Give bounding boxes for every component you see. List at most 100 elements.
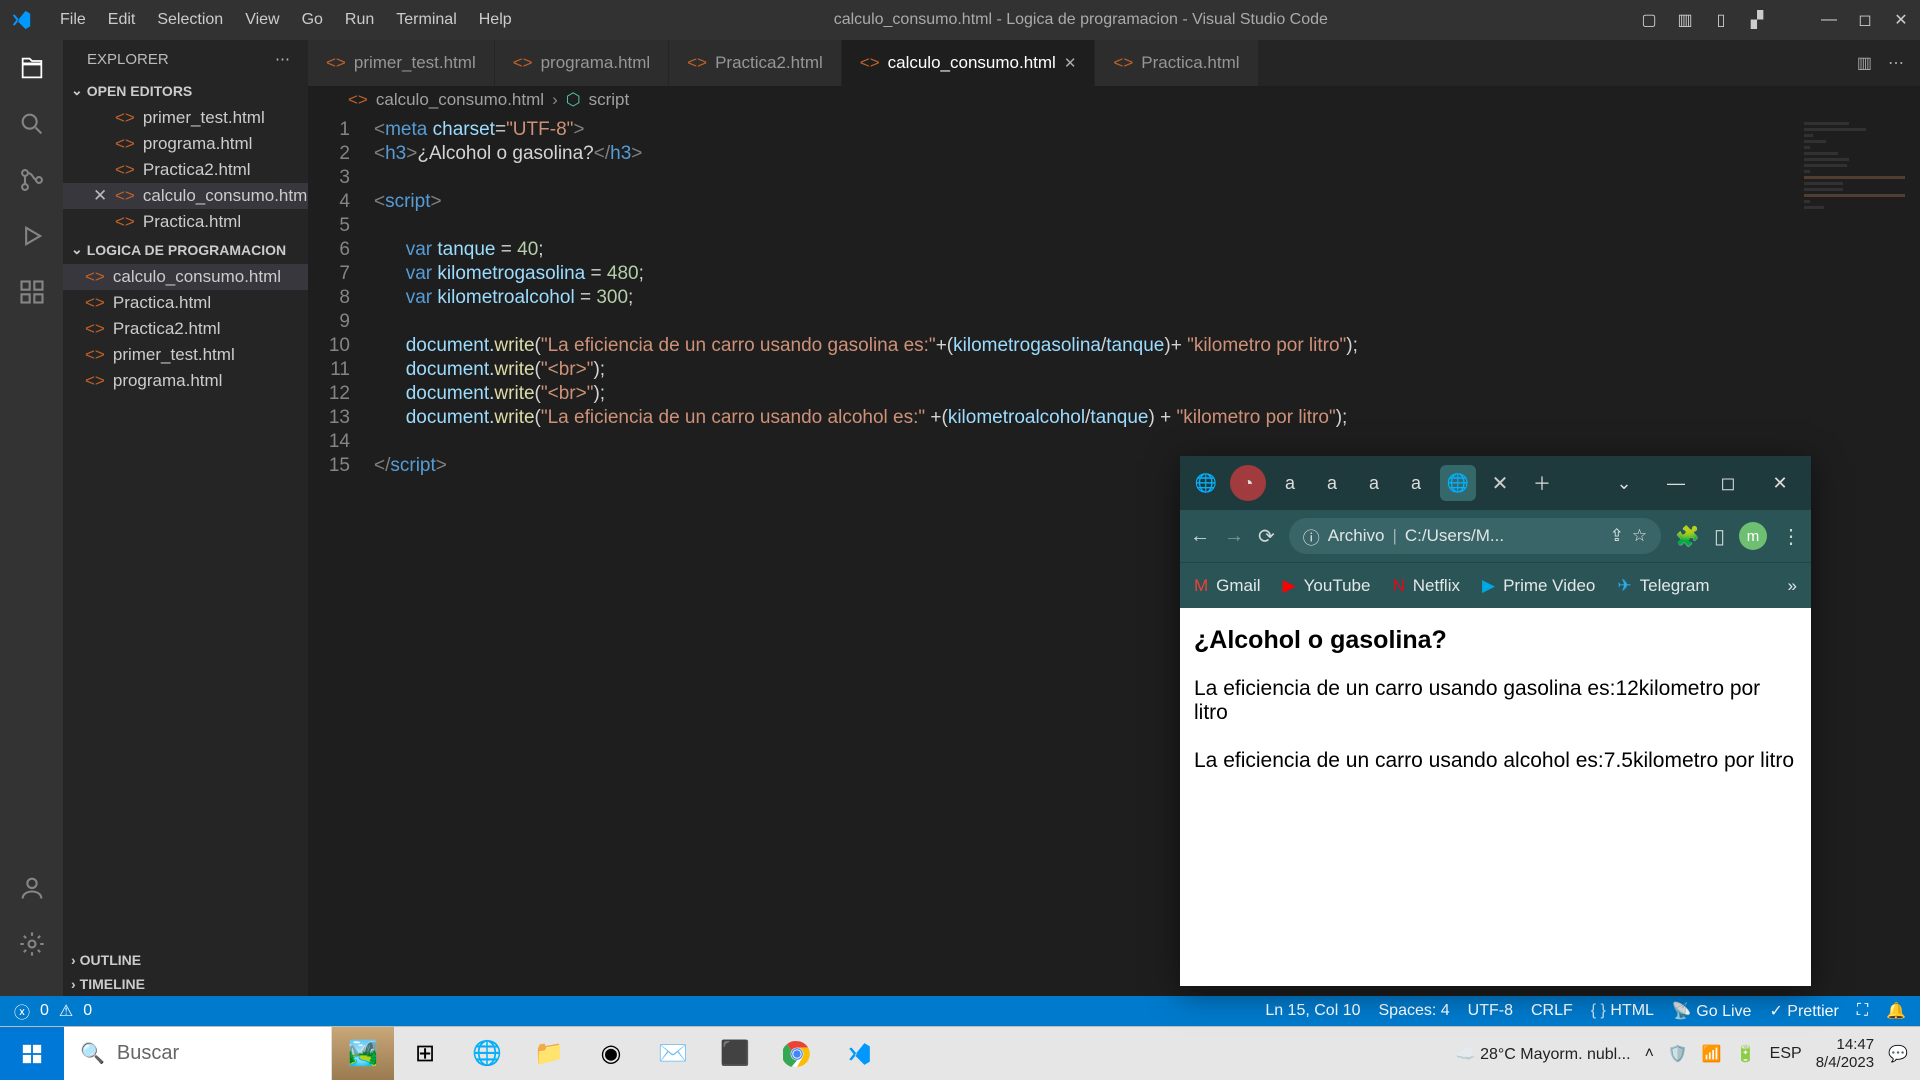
taskbar-app-icon[interactable]: ◉ <box>580 1027 642 1080</box>
bookmark-netflix[interactable]: NNetflix <box>1392 576 1460 596</box>
browser-close-icon[interactable]: ✕ <box>1757 473 1803 494</box>
open-editor-item[interactable]: ✕<>calculo_consumo.html <box>63 183 308 209</box>
source-control-icon[interactable] <box>18 166 46 194</box>
maximize-icon[interactable]: ◻ <box>1856 10 1874 30</box>
extensions-icon[interactable] <box>18 278 46 306</box>
explorer-more-icon[interactable]: ⋯ <box>275 50 290 68</box>
minimap[interactable] <box>1800 116 1920 356</box>
browser-tab[interactable]: a <box>1272 465 1308 501</box>
breadcrumb[interactable]: <> calculo_consumo.html › ⬡ script <box>308 86 1920 116</box>
menu-file[interactable]: File <box>50 7 96 33</box>
open-editor-item[interactable]: <>Practica.html <box>63 209 308 235</box>
browser-maximize-icon[interactable]: ◻ <box>1705 473 1751 494</box>
editor-more-icon[interactable]: ⋯ <box>1888 53 1904 73</box>
extensions-puzzle-icon[interactable]: 🧩 <box>1675 524 1700 549</box>
bookmark-gmail[interactable]: MGmail <box>1194 576 1261 596</box>
sidepanel-icon[interactable]: ▯ <box>1714 524 1725 549</box>
menu-edit[interactable]: Edit <box>98 7 146 33</box>
bookmark-telegram[interactable]: ✈Telegram <box>1617 576 1709 596</box>
address-bar[interactable]: ⓘ Archivo | C:/Users/M... ⇪ ☆ <box>1289 518 1661 554</box>
browser-tab[interactable]: 🌐 <box>1188 465 1224 501</box>
file-item[interactable]: <>programa.html <box>63 368 308 394</box>
status-golive[interactable]: 📡 Go Live <box>1672 1001 1752 1021</box>
status-ln-col[interactable]: Ln 15, Col 10 <box>1265 1002 1360 1020</box>
browser-new-tab-icon[interactable]: ＋ <box>1524 465 1560 501</box>
status-prettier[interactable]: ✓ Prettier <box>1769 1001 1838 1021</box>
tab-practica[interactable]: <>Practica.html <box>1095 40 1258 86</box>
tray-wifi-icon[interactable]: 📶 <box>1702 1044 1722 1064</box>
tab-close-icon[interactable]: ✕ <box>1064 54 1077 72</box>
account-icon[interactable] <box>18 874 46 902</box>
browser-tab[interactable]: a <box>1314 465 1350 501</box>
menu-go[interactable]: Go <box>292 7 333 33</box>
open-editor-item[interactable]: <>programa.html <box>63 131 308 157</box>
open-editors-section[interactable]: ⌄ OPEN EDITORS <box>63 76 308 105</box>
bookmarks-overflow-icon[interactable]: » <box>1788 576 1797 596</box>
file-item[interactable]: <>primer_test.html <box>63 342 308 368</box>
open-editor-item[interactable]: <>Practica2.html <box>63 157 308 183</box>
taskbar-mail-icon[interactable]: ✉️ <box>642 1027 704 1080</box>
timeline-section[interactable]: ›TIMELINE <box>63 972 308 996</box>
outline-section[interactable]: ›OUTLINE <box>63 948 308 972</box>
file-item[interactable]: <>Practica.html <box>63 290 308 316</box>
menu-run[interactable]: Run <box>335 7 384 33</box>
tab-programa[interactable]: <>programa.html <box>495 40 669 86</box>
profile-avatar[interactable]: m <box>1739 522 1767 550</box>
tray-chevron-icon[interactable]: ˄ <box>1645 1045 1654 1063</box>
browser-back-icon[interactable]: ← <box>1190 525 1210 548</box>
split-editor-icon[interactable]: ▥ <box>1857 53 1872 73</box>
taskbar-edge-icon[interactable]: 🌐 <box>456 1027 518 1080</box>
tab-practica2[interactable]: <>Practica2.html <box>669 40 842 86</box>
search-icon[interactable] <box>18 110 46 138</box>
status-language[interactable]: { } HTML <box>1591 1002 1654 1020</box>
layout-toggle-icon[interactable]: ▢ <box>1640 10 1658 30</box>
run-debug-icon[interactable] <box>18 222 46 250</box>
taskbar-app2-icon[interactable]: ⬛ <box>704 1027 766 1080</box>
status-errors-icon[interactable]: ⓧ <box>14 999 30 1023</box>
bookmark-youtube[interactable]: ▶YouTube <box>1283 576 1371 596</box>
menu-view[interactable]: View <box>235 7 289 33</box>
taskbar-vscode-icon[interactable] <box>828 1027 890 1080</box>
taskbar-explorer-icon[interactable]: 📁 <box>518 1027 580 1080</box>
menu-terminal[interactable]: Terminal <box>386 7 466 33</box>
close-icon[interactable]: ✕ <box>1892 10 1910 30</box>
browser-reload-icon[interactable]: ⟳ <box>1258 524 1275 549</box>
status-warnings-icon[interactable]: ⚠ <box>59 1001 73 1021</box>
tab-calculo_consumo[interactable]: <>calculo_consumo.html✕ <box>842 40 1096 86</box>
browser-tab[interactable]: a <box>1356 465 1392 501</box>
browser-tab-close-icon[interactable]: ✕ <box>1482 465 1518 501</box>
site-info-icon[interactable]: ⓘ <box>1303 524 1320 549</box>
tray-security-icon[interactable]: 🛡️ <box>1668 1044 1688 1064</box>
browser-minimize-icon[interactable]: — <box>1653 473 1699 494</box>
browser-tab-active[interactable]: 🌐 <box>1440 465 1476 501</box>
taskbar-cortana-icon[interactable]: 🏞️ <box>332 1027 394 1080</box>
status-spaces[interactable]: Spaces: 4 <box>1379 1002 1450 1020</box>
tray-notifications-icon[interactable]: 💬 <box>1888 1044 1908 1064</box>
status-bell-icon[interactable]: 🔔 <box>1886 1001 1906 1021</box>
folder-section[interactable]: ⌄ LOGICA DE PROGRAMACION <box>63 235 308 264</box>
browser-menu-icon[interactable]: ⋮ <box>1781 524 1801 549</box>
taskbar-chrome-icon[interactable] <box>766 1027 828 1080</box>
open-editor-item[interactable]: <>primer_test.html <box>63 105 308 131</box>
share-icon[interactable]: ⇪ <box>1610 526 1624 546</box>
file-item[interactable]: <>calculo_consumo.html <box>63 264 308 290</box>
settings-gear-icon[interactable] <box>18 930 46 958</box>
star-icon[interactable]: ☆ <box>1632 526 1647 546</box>
tray-weather[interactable]: ☁️ 28°C Mayorm. nubl... <box>1456 1044 1631 1064</box>
explorer-icon[interactable] <box>18 54 46 82</box>
minimize-icon[interactable]: — <box>1820 11 1838 29</box>
menu-selection[interactable]: Selection <box>147 7 233 33</box>
status-eol[interactable]: CRLF <box>1531 1002 1573 1020</box>
browser-tab[interactable]: ◔ <box>1230 465 1266 501</box>
taskbar-search[interactable]: 🔍 Buscar <box>64 1027 332 1080</box>
browser-dropdown-icon[interactable]: ⌄ <box>1601 473 1647 494</box>
start-button[interactable] <box>0 1027 64 1080</box>
tray-clock[interactable]: 14:47 8/4/2023 <box>1816 1036 1874 1072</box>
status-feedback-icon[interactable]: ⛶ <box>1857 1002 1868 1020</box>
tray-lang[interactable]: ESP <box>1770 1045 1802 1063</box>
sidebar-toggle-icon[interactable]: ▯ <box>1712 10 1730 30</box>
bookmark-primevideo[interactable]: ▶Prime Video <box>1482 576 1595 596</box>
tray-battery-icon[interactable]: 🔋 <box>1736 1044 1756 1064</box>
browser-forward-icon[interactable]: → <box>1224 525 1244 548</box>
browser-tab[interactable]: a <box>1398 465 1434 501</box>
